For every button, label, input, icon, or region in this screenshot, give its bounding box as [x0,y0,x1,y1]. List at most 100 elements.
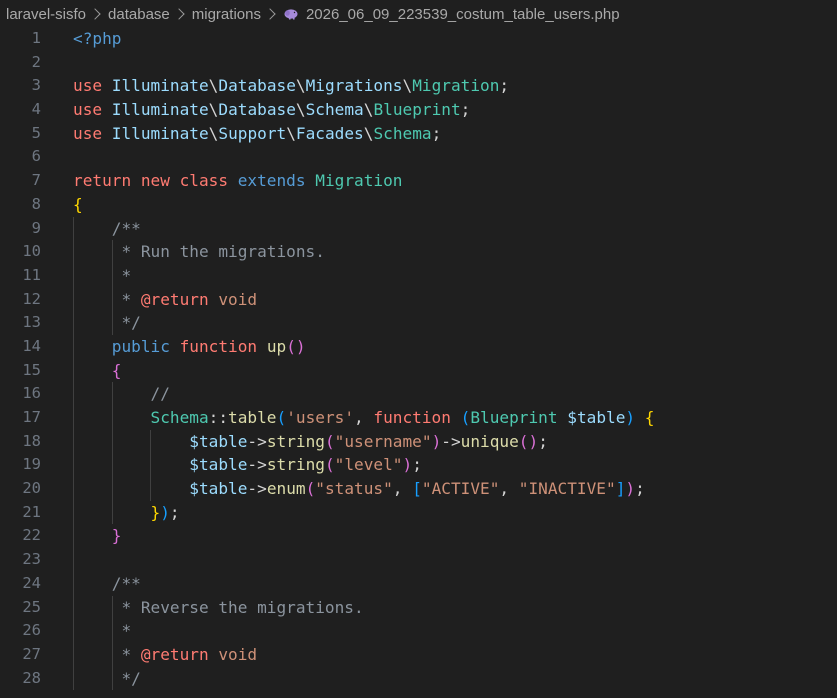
code-token: \ [402,76,413,96]
code-line[interactable]: 6 [0,145,837,169]
code-token: Illuminate [111,123,209,143]
code-line[interactable]: 21 }); [0,500,837,525]
code-line[interactable]: 12 * @return void [0,287,837,312]
code-text: $table->enum("status", ["ACTIVE", "INACT… [73,477,645,501]
code-line[interactable]: 5 use Illuminate\Support\Facades\Schema; [0,122,837,146]
code-token: } [111,526,122,546]
code-line[interactable]: 14 public function up() [0,334,837,359]
code-line[interactable]: 25 * Reverse the migrations. [0,595,837,620]
line-number: 13 [22,313,41,332]
code-line[interactable]: 22 } [0,524,837,549]
code-token: * Run the migrations. [73,242,325,262]
code-line[interactable]: 4 use Illuminate\Database\Schema\Blueprin… [0,98,837,122]
breadcrumb: laravel-sisfo database migrations 2026_0… [0,0,837,28]
code-token: } [150,502,161,522]
code-line[interactable]: 2 [0,51,837,75]
code-editor[interactable]: 1 <?php 2 3 use Illuminate\Database\Migratio… [0,27,837,698]
code-line[interactable]: 16 // [0,382,837,406]
line-number: 4 [31,100,41,119]
code-line[interactable]: 10 * Run the migrations. [0,240,837,264]
code-line[interactable]: 11 * [0,263,837,288]
code-text: * [73,619,131,643]
code-token: table [228,408,277,427]
breadcrumb-item-project[interactable]: laravel-sisfo [6,6,86,23]
code-token: \ [208,76,219,96]
code-line[interactable]: 23 [0,548,837,572]
code-token: /** [73,573,141,593]
chevron-right-icon [89,8,101,20]
code-line[interactable]: 17 Schema::table('users', function (Blue… [0,406,837,430]
code-line[interactable]: 20 $table->enum("status", ["ACTIVE", "IN… [0,477,837,501]
code-token: ] [615,479,626,499]
code-line[interactable]: 24 /** [0,571,837,596]
code-token: ; [499,76,510,96]
code-token: "status" [315,479,393,499]
code-token: :: [208,408,229,427]
code-text: * @return void [73,288,257,312]
code-token: void [218,289,258,309]
code-line[interactable]: 18 $table->string("username")->unique(); [0,429,837,454]
code-token: \ [363,100,374,120]
code-token: enum [266,479,306,499]
code-token: * Reverse the migrations. [73,597,364,617]
code-token: use [73,123,112,143]
code-token: ; [412,455,422,475]
code-text: * @return void [73,643,257,667]
code-line[interactable]: 27 * @return void [0,642,837,667]
code-token: $table [189,455,248,475]
code-token: , [499,479,519,499]
code-token: ) [402,455,413,475]
code-line[interactable]: 28 */ [0,666,837,691]
breadcrumb-file[interactable]: 2026_06_09_223539_costum_table_users.php [306,6,620,23]
code-text: // [73,382,170,406]
line-number: 8 [31,194,41,213]
code-line[interactable]: 1 <?php [0,27,837,51]
code-token: @return [140,289,209,309]
code-token: \ [208,123,219,143]
code-line[interactable]: 26 * [0,619,837,643]
code-line[interactable]: 3 use Illuminate\Database\Migrations\Migr… [0,74,837,98]
code-token: ; [538,431,548,451]
code-token: ) [625,408,636,427]
code-text: <?php [73,27,121,51]
code-token: , [392,479,413,499]
line-number: 14 [22,336,41,355]
code-token: void [218,644,258,664]
chevron-right-icon [173,8,185,20]
code-token: return [73,171,141,191]
breadcrumb-item-migrations[interactable]: migrations [192,6,261,23]
code-token: use [73,76,112,96]
code-token: ) [431,431,442,451]
code-token: \ [208,100,219,120]
code-line[interactable]: 19 $table->string("level"); [0,453,837,478]
code-token: () [286,336,306,356]
indent-guide [73,548,74,572]
line-number: 19 [22,455,41,474]
line-number: 25 [22,597,41,616]
code-token: Blueprint [470,408,568,427]
code-token: ) [160,502,170,522]
code-line[interactable]: 9 /** [0,216,837,241]
breadcrumb-item-database[interactable]: database [108,6,170,23]
code-text: } [73,524,122,548]
code-token: ( [324,455,335,475]
line-number: 26 [22,621,41,640]
code-text: use Illuminate\Database\Schema\Blueprint… [73,98,470,122]
line-number: 11 [22,265,41,284]
code-line[interactable]: 7 return new class extends Migration [0,169,837,193]
code-token: Illuminate [111,76,209,96]
code-token: ; [431,123,442,143]
line-number: 6 [31,147,41,166]
code-token: Schema [305,100,364,120]
code-line[interactable]: 8{ [0,193,837,217]
code-token: string [266,455,325,475]
code-line[interactable]: 13 */ [0,311,837,335]
code-line[interactable]: 15 { [0,358,837,383]
code-token: Support [218,123,287,143]
code-token: $table [189,479,248,499]
